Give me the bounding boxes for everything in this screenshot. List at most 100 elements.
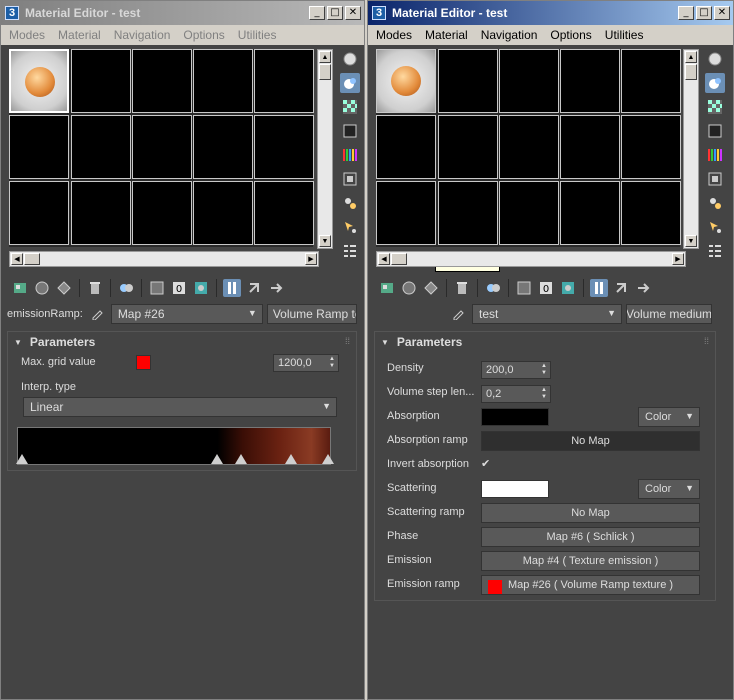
get-material-icon[interactable] [11, 279, 29, 297]
sample-slot[interactable] [560, 181, 620, 245]
eyedropper-icon[interactable] [91, 306, 105, 323]
go-forward-sibling-icon[interactable] [634, 279, 652, 297]
spinner-arrows-icon[interactable]: ▲ ▼ [329, 356, 335, 370]
ramp-flag-icon[interactable] [16, 454, 28, 464]
slots-horizontal-scrollbar[interactable]: ◀ ▶ [376, 251, 686, 267]
minimize-icon[interactable]: _ [678, 6, 694, 20]
scroll-down-icon[interactable]: ▼ [319, 235, 331, 247]
material-map-navigator-icon[interactable] [340, 241, 360, 261]
uv-tiling-icon[interactable] [340, 121, 360, 141]
absorption-mode-select[interactable]: Color ▼ [638, 407, 700, 427]
show-shaded-icon[interactable] [192, 279, 210, 297]
sample-slot[interactable] [254, 49, 314, 113]
options-icon[interactable] [340, 193, 360, 213]
ramp-flag-icon[interactable] [234, 454, 247, 464]
material-name-combo[interactable]: test ▼ [472, 304, 622, 324]
go-forward-sibling-icon[interactable] [267, 279, 285, 297]
material-map-navigator-icon[interactable] [705, 241, 725, 261]
menu-material[interactable]: Material [58, 28, 101, 42]
map-type-button[interactable]: Volume Ramp texture [266, 304, 357, 324]
max-grid-color-swatch[interactable] [136, 355, 151, 370]
menu-options[interactable]: Options [183, 28, 224, 42]
make-preview-icon[interactable] [705, 169, 725, 189]
material-type-button[interactable]: Volume medium [626, 304, 712, 324]
scattering-ramp-map-button[interactable]: No Map [481, 503, 700, 523]
sample-slot[interactable] [132, 49, 192, 113]
close-icon[interactable]: ✕ [714, 6, 730, 20]
ramp-flag-icon[interactable] [322, 454, 334, 464]
video-color-check-icon[interactable] [705, 145, 725, 165]
phase-map-button[interactable]: Map #6 ( Schlick ) [481, 527, 700, 547]
put-to-scene-icon[interactable] [400, 279, 418, 297]
ramp-flag-icon[interactable] [211, 454, 224, 464]
assign-material-icon[interactable] [55, 279, 73, 297]
close-icon[interactable]: ✕ [345, 6, 361, 20]
make-unique-icon[interactable] [117, 279, 135, 297]
absorption-ramp-map-button[interactable]: No Map [481, 431, 700, 451]
video-color-check-icon[interactable] [340, 145, 360, 165]
menu-material[interactable]: Material [425, 28, 468, 42]
slots-vertical-scrollbar[interactable]: ▲ ▼ [683, 49, 699, 249]
sample-slot[interactable] [9, 181, 69, 245]
sample-slot[interactable] [499, 181, 559, 245]
put-to-scene-icon[interactable] [33, 279, 51, 297]
sample-slot[interactable] [438, 181, 498, 245]
scroll-thumb[interactable] [685, 64, 697, 80]
max-grid-spinner[interactable]: 1200,0 ▲ ▼ [273, 354, 339, 372]
menu-navigation[interactable]: Navigation [481, 28, 538, 42]
sample-slot[interactable] [71, 115, 131, 179]
sample-slot[interactable] [621, 115, 681, 179]
emission-map-button[interactable]: Map #4 ( Texture emission ) [481, 551, 700, 571]
sample-slot[interactable] [376, 181, 436, 245]
sample-slot[interactable] [499, 115, 559, 179]
put-to-library-icon[interactable] [148, 279, 166, 297]
menu-modes[interactable]: Modes [9, 28, 45, 42]
menu-modes[interactable]: Modes [376, 28, 412, 42]
maximize-icon[interactable]: □ [696, 6, 712, 20]
sample-slot[interactable] [132, 181, 192, 245]
interp-type-select[interactable]: Linear ▼ [23, 397, 337, 417]
reset-map-icon[interactable] [453, 279, 471, 297]
spinner-arrows-icon[interactable]: ▲ ▼ [541, 363, 547, 377]
invert-absorption-checkbox[interactable]: ✔ [481, 458, 493, 470]
scattering-mode-select[interactable]: Color ▼ [638, 479, 700, 499]
sample-slot[interactable] [71, 181, 131, 245]
maximize-icon[interactable]: □ [327, 6, 343, 20]
scroll-thumb[interactable] [319, 64, 331, 80]
sample-slot[interactable] [71, 49, 131, 113]
title-bar[interactable]: 3 Material Editor - test _ □ ✕ [1, 1, 364, 25]
sample-type-icon[interactable] [340, 49, 360, 69]
background-icon[interactable] [340, 97, 360, 117]
get-material-icon[interactable] [378, 279, 396, 297]
material-id-icon[interactable]: 0 [537, 279, 555, 297]
scroll-up-icon[interactable]: ▲ [685, 51, 697, 63]
sample-slot[interactable] [193, 181, 253, 245]
sample-slot[interactable] [560, 49, 620, 113]
spinner-arrows-icon[interactable]: ▲ ▼ [541, 387, 547, 401]
eyedropper-icon[interactable] [452, 306, 466, 323]
sample-type-icon[interactable] [705, 49, 725, 69]
scroll-left-icon[interactable]: ◀ [378, 253, 390, 265]
uv-tiling-icon[interactable] [705, 121, 725, 141]
select-by-material-icon[interactable] [340, 217, 360, 237]
scroll-up-icon[interactable]: ▲ [319, 51, 331, 63]
reset-map-icon[interactable] [86, 279, 104, 297]
make-unique-icon[interactable] [484, 279, 502, 297]
sample-slot[interactable] [9, 115, 69, 179]
menu-navigation[interactable]: Navigation [114, 28, 171, 42]
sample-slot-active[interactable] [9, 49, 69, 113]
density-spinner[interactable]: 200,0 ▲ ▼ [481, 361, 551, 379]
sample-slot[interactable] [193, 49, 253, 113]
scroll-left-icon[interactable]: ◀ [11, 253, 23, 265]
gradient-ramp[interactable] [16, 427, 334, 465]
backlight-icon[interactable] [340, 73, 360, 93]
scroll-thumb[interactable] [391, 253, 407, 265]
ramp-flag-icon[interactable] [285, 454, 298, 464]
scroll-right-icon[interactable]: ▶ [672, 253, 684, 265]
sample-slot[interactable] [254, 181, 314, 245]
sample-slot[interactable] [438, 115, 498, 179]
menu-utilities[interactable]: Utilities [605, 28, 644, 42]
assign-material-icon[interactable] [422, 279, 440, 297]
3dsmax-app-icon[interactable]: 3 [5, 6, 19, 20]
sample-slot[interactable] [438, 49, 498, 113]
